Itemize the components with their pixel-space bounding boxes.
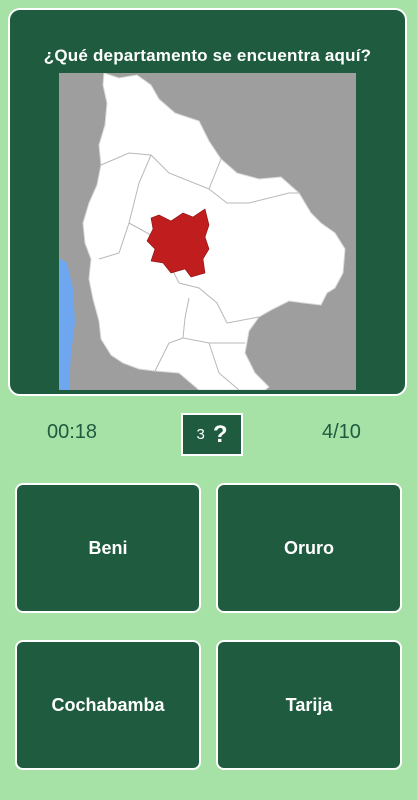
answer-label: Tarija	[285, 694, 333, 715]
lake-water	[59, 258, 75, 390]
country-outline	[82, 73, 346, 390]
answer-button-1[interactable]: Beni	[15, 483, 201, 613]
hint-count: 3	[196, 426, 205, 443]
progress-counter: 4/10	[322, 421, 361, 443]
bolivia-map	[59, 73, 346, 390]
answer-label: Oruro	[283, 537, 334, 558]
question-mark-icon: ?	[212, 420, 228, 448]
answer-button-4[interactable]: Tarija	[216, 640, 402, 770]
answer-button-3[interactable]: Cochabamba	[15, 640, 201, 770]
question-text: ¿Qué departamento se encuentra aquí?	[43, 46, 372, 65]
answer-label: Cochabamba	[51, 694, 165, 715]
timer-display: 00:18	[47, 421, 98, 443]
hint-button[interactable]: 3 ?	[181, 413, 243, 456]
answer-label: Beni	[88, 537, 128, 558]
answer-button-2[interactable]: Oruro	[216, 483, 402, 613]
map-view	[59, 73, 356, 390]
